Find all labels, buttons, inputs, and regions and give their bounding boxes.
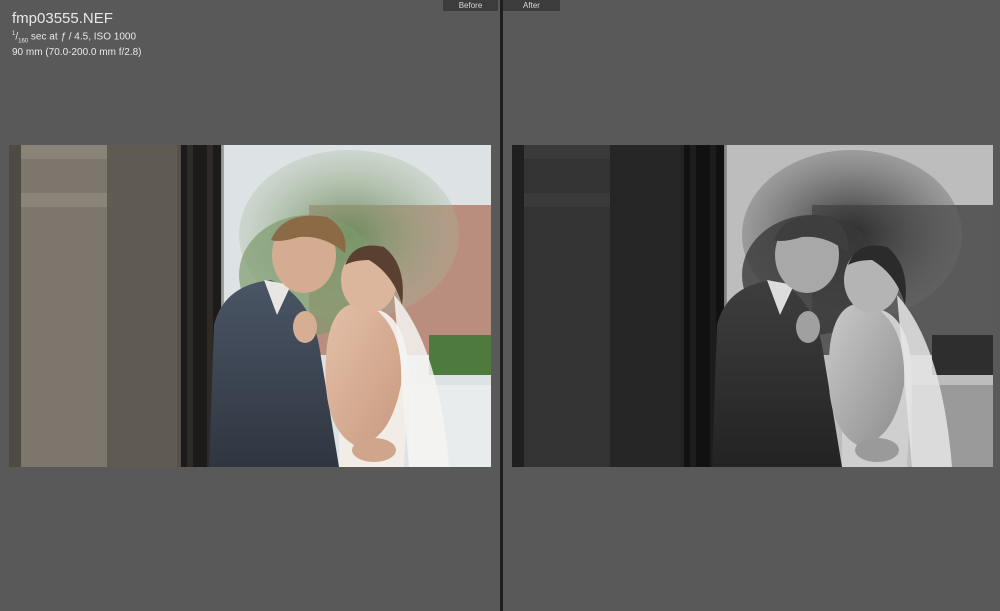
exposure-info: 1/160 sec at ƒ / 4.5, ISO 1000 [12, 31, 136, 45]
aperture-iso: / 4.5, ISO 1000 [68, 31, 136, 43]
wedding-couple-photo-icon [9, 145, 491, 467]
exposure-rest: sec at [30, 31, 58, 43]
photo-info-overlay: fmp03555.NEF 1/160 sec at ƒ / 4.5, ISO 1… [12, 10, 142, 59]
photo-filename: fmp03555.NEF [12, 10, 113, 27]
aperture-symbol: ƒ [60, 31, 66, 43]
wedding-couple-photo-icon [512, 145, 993, 467]
after-photo[interactable] [512, 145, 993, 467]
lens-info: 90 mm (70.0-200.0 mm f/2.8) [12, 47, 142, 59]
shutter-numerator: 1 [12, 31, 16, 37]
before-photo[interactable] [9, 145, 491, 467]
compare-divider[interactable] [500, 0, 503, 611]
after-label: After [503, 0, 560, 11]
shutter-denominator: 160 [18, 38, 29, 45]
before-label: Before [443, 0, 498, 11]
